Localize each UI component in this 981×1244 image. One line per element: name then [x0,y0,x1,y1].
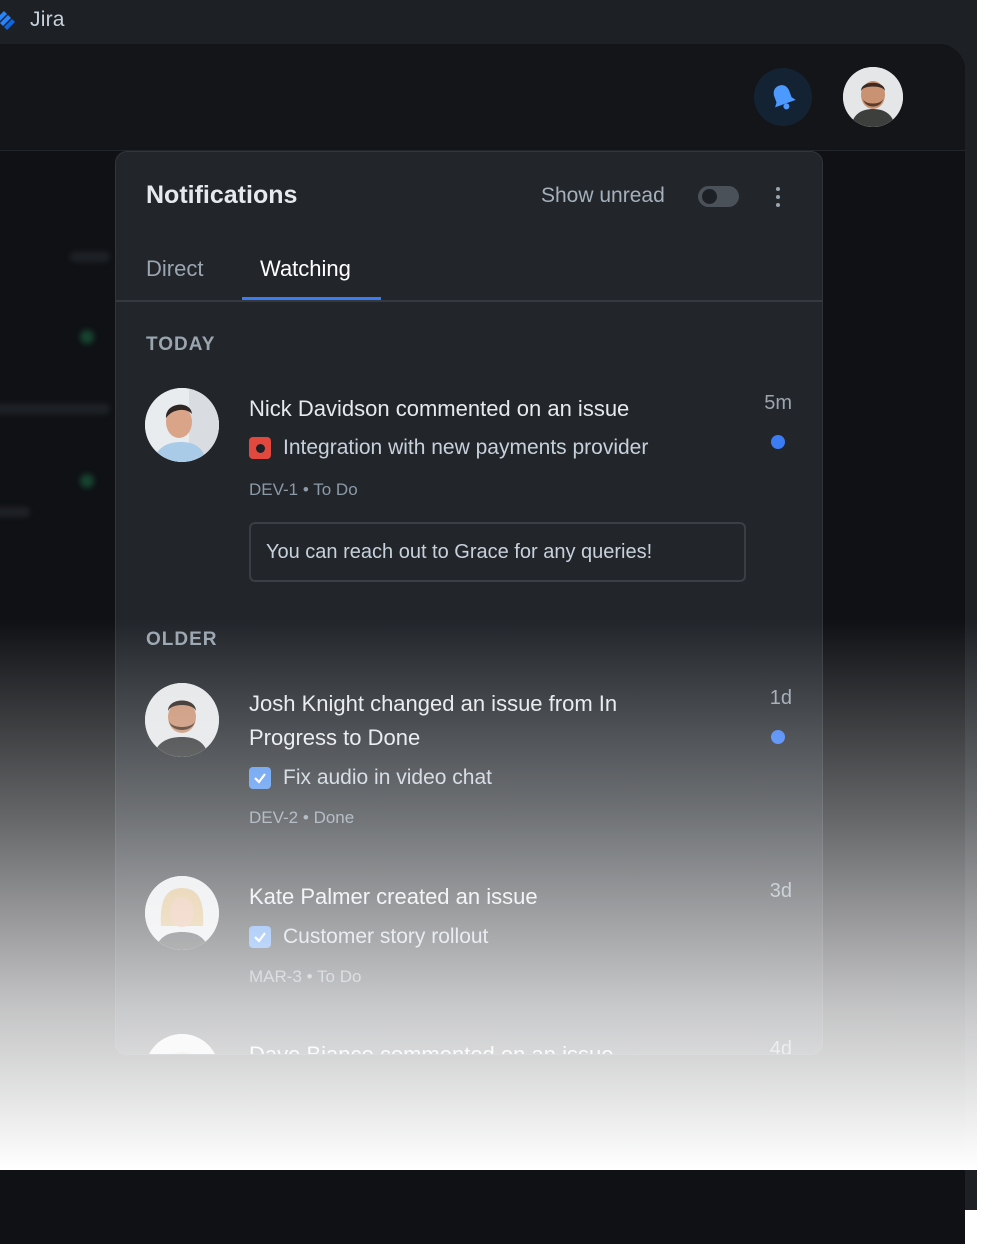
notification-item[interactable]: Dave Bianco commented on an issue 4d [116,1034,822,1055]
notification-title: Nick Davidson commented on an issue [249,396,630,421]
more-options-icon[interactable] [771,183,785,211]
issue-link[interactable]: Customer story rollout [249,925,488,949]
issue-meta: DEV-1 • To Do [249,480,358,500]
meta-separator: • [306,967,313,986]
tab-watching[interactable]: Watching [260,256,351,282]
unread-indicator[interactable] [771,435,785,449]
notification-tabs: Direct Watching [116,242,822,302]
active-tab-indicator [242,297,381,300]
bug-icon [249,437,271,459]
notification-time: 3d [769,880,792,902]
comment-preview: You can reach out to Grace for any queri… [249,522,746,582]
issue-status: To Do [317,967,362,986]
panel-title: Notifications [146,181,298,209]
avatar [145,876,219,950]
notification-title: Josh Knight changed an issue from In Pro… [249,691,618,750]
app-title: Jira [30,8,65,31]
task-checkbox-icon [249,926,271,948]
notification-time: 4d [769,1038,792,1055]
task-checkbox-icon [249,767,271,789]
section-today-label: TODAY [146,334,216,355]
meta-separator: • [302,480,309,499]
issue-status: To Do [313,480,358,499]
issue-meta: MAR-3 • To Do [249,967,361,987]
unread-indicator[interactable] [771,730,785,744]
issue-meta: DEV-2 • Done [249,808,354,828]
issue-title: Fix audio in video chat [283,766,492,789]
notifications-button[interactable] [754,68,812,126]
section-older-label: OLDER [146,629,218,650]
toggle-knob [702,189,717,204]
issue-link[interactable]: Integration with new payments provider [249,436,648,460]
issue-key: DEV-1 [249,480,299,499]
issue-key: DEV-2 [249,808,299,827]
notification-time: 5m [764,392,792,414]
notification-item[interactable]: Kate Palmer created an issue 3d Customer… [116,876,822,1006]
meta-separator: • [302,808,309,827]
bell-icon [773,85,796,110]
issue-key: MAR-3 [249,967,302,986]
issue-status: Done [313,808,355,827]
notification-item[interactable]: Nick Davidson commented on an issue 5m I… [116,388,822,588]
notifications-panel: Notifications Show unread Direct Watchin… [115,151,823,1055]
title-bar: Jira [0,0,65,40]
top-navigation [0,44,965,151]
jira-logo-icon [0,11,15,30]
background-content [0,152,120,752]
issue-link[interactable]: Fix audio in video chat [249,766,492,790]
issue-title: Integration with new payments provider [283,436,649,459]
show-unread-toggle[interactable] [698,186,739,207]
show-unread-label: Show unread [541,184,665,207]
user-avatar[interactable] [843,67,903,127]
notification-title: Kate Palmer created an issue [249,884,538,909]
avatar [145,388,219,462]
notification-title: Dave Bianco commented on an issue [249,1042,614,1055]
avatar [145,683,219,757]
avatar [145,1034,219,1054]
issue-title: Customer story rollout [283,925,489,948]
notification-time: 1d [769,687,792,709]
tab-direct[interactable]: Direct [146,256,203,282]
notification-item[interactable]: Josh Knight changed an issue from In Pro… [116,683,822,853]
